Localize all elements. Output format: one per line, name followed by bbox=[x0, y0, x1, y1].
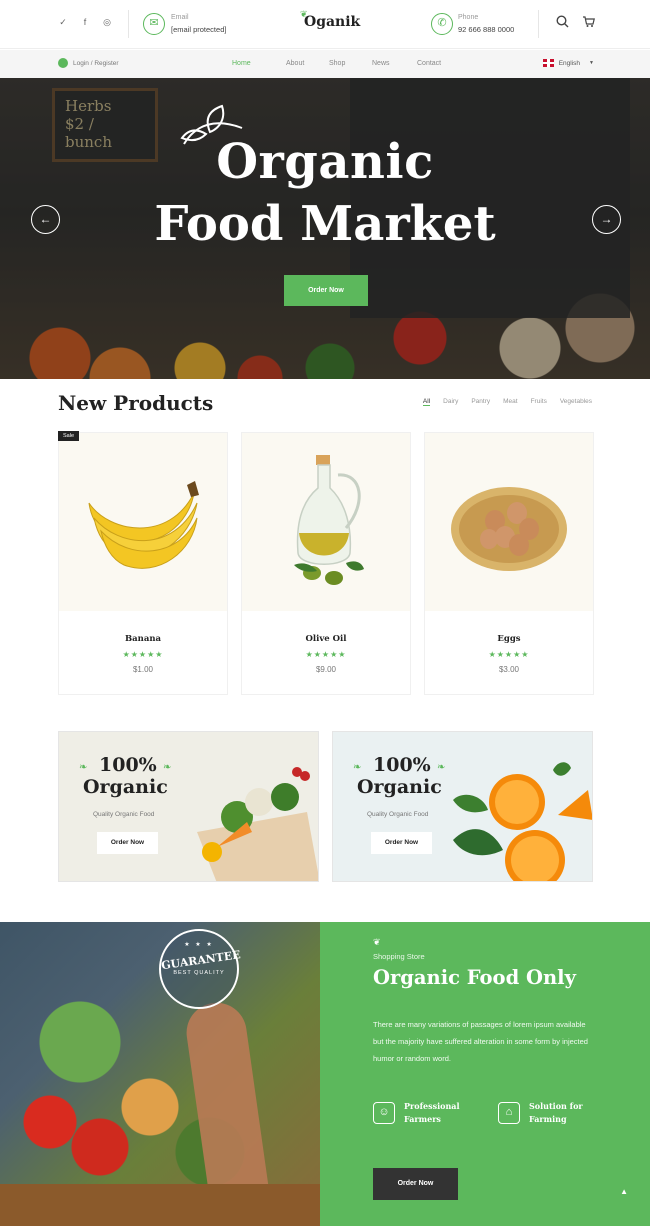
phone-value[interactable]: 92 666 888 0000 bbox=[458, 25, 514, 34]
phone-label: Phone bbox=[458, 14, 479, 21]
badge-sub: BEST QUALITY bbox=[173, 970, 225, 976]
leaf-icon: ❦ bbox=[373, 937, 381, 947]
login-register-link[interactable]: Login / Register bbox=[58, 58, 119, 68]
product-card[interactable]: Banana ★★★★★ $1.00 bbox=[58, 432, 228, 695]
menu-item-home[interactable]: Home bbox=[232, 60, 286, 67]
feature-label: Professional Farmers bbox=[404, 1101, 460, 1124]
cart-icon[interactable] bbox=[582, 15, 595, 31]
product-price: $1.00 bbox=[132, 665, 154, 674]
divider bbox=[128, 10, 129, 38]
banner-title: 100% Organic bbox=[83, 754, 168, 798]
barn-icon: ⌂ bbox=[498, 1102, 520, 1124]
next-arrow-icon[interactable]: → bbox=[592, 205, 621, 234]
language-label: English bbox=[558, 59, 581, 67]
hero-title-line2: Food Market bbox=[154, 196, 496, 252]
wooden-crate bbox=[0, 1184, 320, 1226]
banner-line2: Organic bbox=[357, 776, 442, 798]
uk-flag-icon bbox=[542, 59, 554, 67]
instagram-icon[interactable]: ◎ bbox=[102, 17, 112, 28]
product-name[interactable]: Olive Oil bbox=[242, 634, 410, 644]
product-card[interactable]: Olive Oil ★★★★★ $9.00 bbox=[241, 432, 411, 695]
section-text: There are many variations of passages of… bbox=[373, 1020, 588, 1063]
language-selector[interactable]: English ▼ bbox=[542, 59, 594, 67]
banner-order-button[interactable]: Order Now bbox=[97, 832, 158, 854]
banner-line2: Organic bbox=[83, 776, 168, 798]
filter-dairy[interactable]: Dairy bbox=[443, 398, 458, 406]
rating-stars: ★★★★★ bbox=[488, 650, 530, 659]
product-filters: All Dairy Pantry Meat Fruits Vegetables bbox=[422, 398, 592, 406]
feature-solution-farming: ⌂ Solution for Farming bbox=[498, 1100, 589, 1126]
hero-slider: Herbs $2 / bunch Organic Food Market Orde… bbox=[0, 78, 650, 379]
orange-slices-image bbox=[453, 762, 592, 881]
product-name[interactable]: Eggs bbox=[425, 634, 593, 644]
banner-line1: 100% bbox=[373, 754, 431, 776]
badge-stars: ★ ★ ★ bbox=[184, 942, 214, 948]
banner-subtitle: Quality Organic Food bbox=[93, 811, 155, 818]
email-icon: ✉ bbox=[143, 13, 165, 35]
filter-meat[interactable]: Meat bbox=[503, 398, 517, 406]
social-links: ✓ f ◎ bbox=[58, 17, 112, 28]
menu-item-contact[interactable]: Contact bbox=[417, 60, 441, 67]
promo-banner: ❧ ❧ 100% Organic Quality Organic Food Or… bbox=[58, 731, 319, 882]
section-title: New Products bbox=[58, 391, 214, 415]
divider bbox=[538, 10, 539, 38]
top-bar: ✓ f ◎ ✉ Email [email protected] ❦ Oganik… bbox=[0, 0, 650, 49]
hero-title-line1: Organic bbox=[216, 134, 434, 190]
product-card[interactable]: Eggs ★★★★★ $3.00 bbox=[424, 432, 594, 695]
prev-arrow-icon[interactable]: ← bbox=[31, 205, 60, 234]
main-menu: Home About Shop News Contact bbox=[232, 60, 441, 67]
feature-professional-farmers: ☺ Professional Farmers bbox=[373, 1100, 464, 1126]
section-title: Organic Food Only bbox=[373, 966, 576, 989]
user-icon bbox=[58, 58, 68, 68]
banana-image bbox=[59, 433, 227, 611]
nav-bar: Login / Register Home About Shop News Co… bbox=[0, 50, 650, 78]
rating-stars: ★★★★★ bbox=[122, 650, 164, 659]
filter-fruits[interactable]: Fruits bbox=[531, 398, 547, 406]
banner-subtitle: Quality Organic Food bbox=[367, 811, 429, 818]
banner-order-button[interactable]: Order Now bbox=[371, 832, 432, 854]
vegetable-bag-image bbox=[197, 767, 318, 881]
product-price: $3.00 bbox=[498, 665, 520, 674]
email-value[interactable]: [email protected] bbox=[171, 25, 226, 34]
section-label: Shopping Store bbox=[373, 952, 425, 961]
guarantee-badge: ★ ★ ★ GUARANTEE BEST QUALITY bbox=[159, 929, 242, 1009]
eggs-nest-image bbox=[425, 433, 593, 611]
banner-title: 100% Organic bbox=[357, 754, 442, 798]
filter-vegetables[interactable]: Vegetables bbox=[560, 398, 592, 406]
sale-badge: Sale bbox=[58, 431, 80, 441]
badge-main: GUARANTEE bbox=[160, 948, 242, 973]
filter-pantry[interactable]: Pantry bbox=[471, 398, 490, 406]
hero-order-button[interactable]: Order Now bbox=[284, 275, 368, 306]
section-order-button[interactable]: Order Now bbox=[373, 1168, 458, 1200]
back-to-top-icon[interactable]: ▲ bbox=[620, 1187, 628, 1196]
banner-line1: 100% bbox=[99, 754, 157, 776]
product-name[interactable]: Banana bbox=[59, 634, 227, 644]
menu-item-news[interactable]: News bbox=[372, 60, 417, 67]
email-label: Email bbox=[171, 14, 189, 21]
feature-label: Solution for Farming bbox=[529, 1101, 583, 1124]
product-price: $9.00 bbox=[315, 665, 337, 674]
phone-icon: ✆ bbox=[431, 13, 453, 35]
login-label: Login / Register bbox=[73, 59, 119, 67]
facebook-icon[interactable]: f bbox=[80, 17, 90, 28]
filter-all[interactable]: All bbox=[422, 398, 431, 406]
rating-stars: ★★★★★ bbox=[305, 650, 347, 659]
organic-food-section: ❦ Shopping Store Organic Food Only There… bbox=[320, 922, 650, 1226]
olive-oil-image bbox=[242, 433, 410, 611]
twitter-icon[interactable]: ✓ bbox=[58, 17, 68, 28]
chevron-down-icon: ▼ bbox=[589, 60, 594, 66]
logo[interactable]: Oganik bbox=[304, 14, 360, 30]
farmer-icon: ☺ bbox=[373, 1102, 395, 1124]
menu-item-about[interactable]: About bbox=[286, 60, 329, 67]
search-icon[interactable] bbox=[556, 15, 569, 31]
menu-item-shop[interactable]: Shop bbox=[329, 60, 372, 67]
promo-banner: ❧ ❧ 100% Organic Quality Organic Food Or… bbox=[332, 731, 593, 882]
